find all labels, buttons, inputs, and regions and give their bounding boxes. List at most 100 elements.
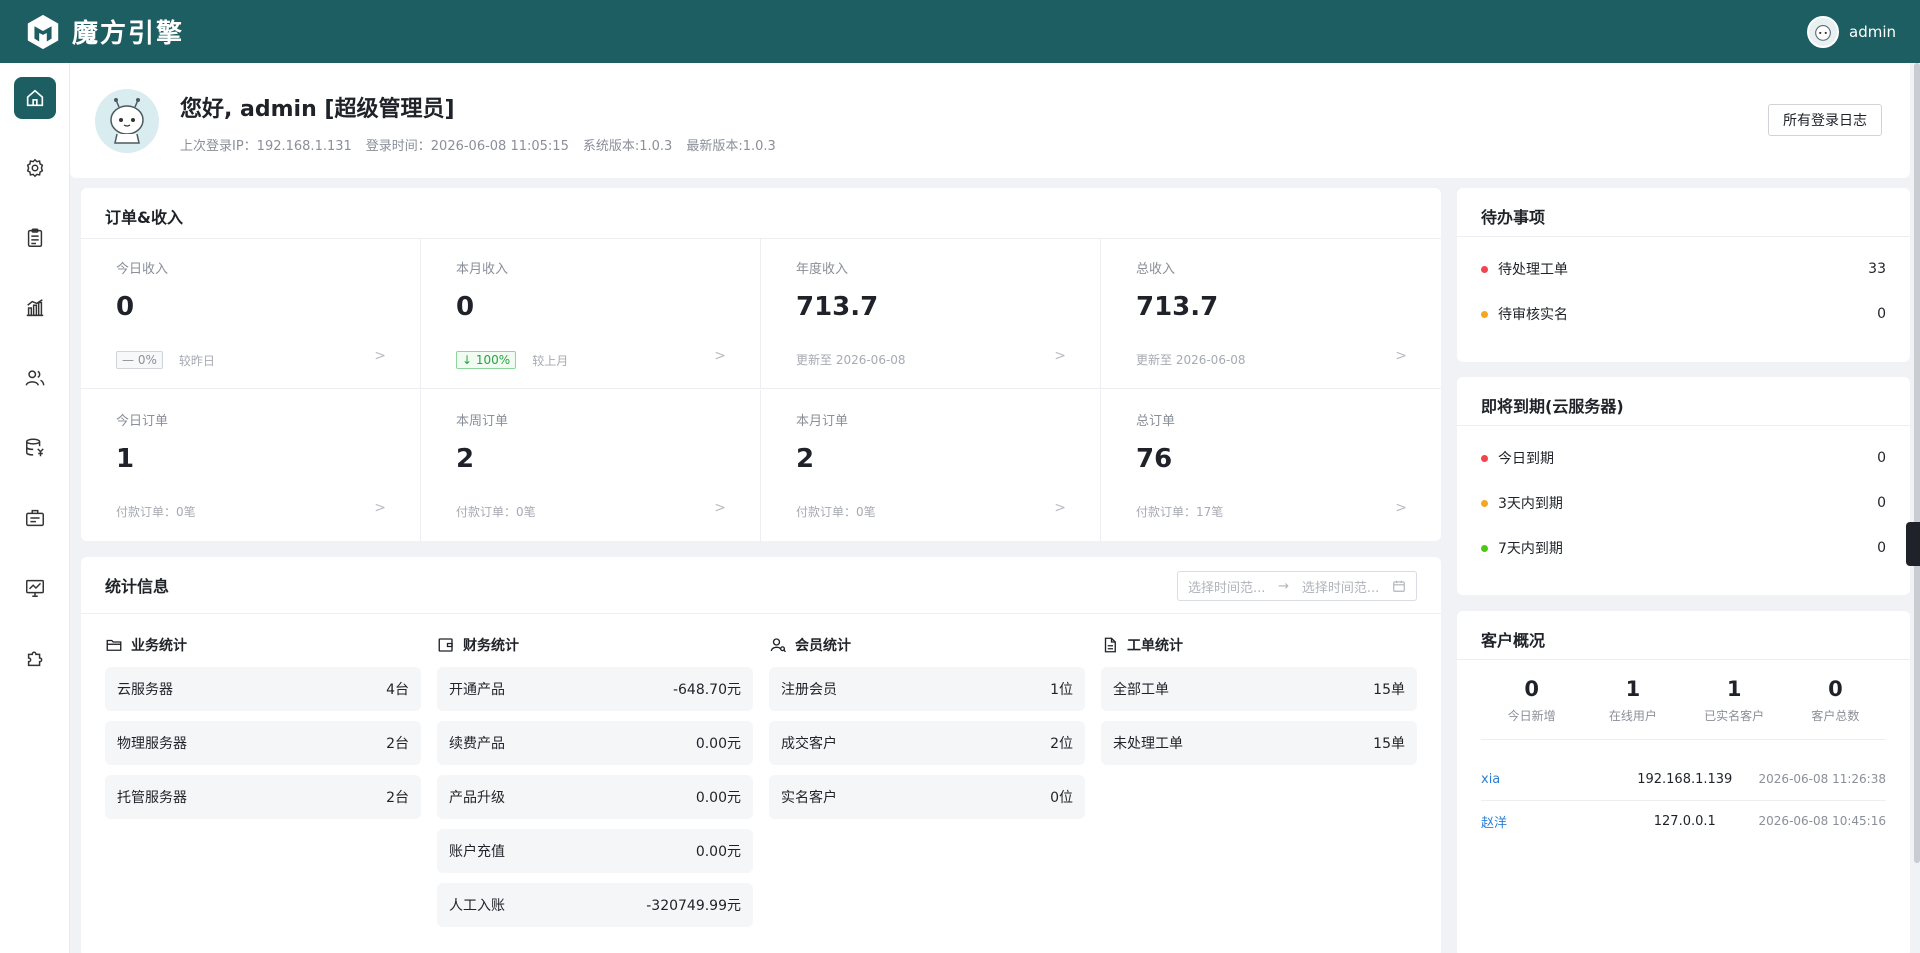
divider bbox=[1481, 739, 1886, 740]
row-value: 0.00元 bbox=[695, 736, 741, 752]
stat-year-income[interactable]: 年度收入 713.7 更新至 2026-06-08 > bbox=[761, 238, 1101, 389]
all-login-logs-button[interactable]: 所有登录日志 bbox=[1768, 104, 1882, 136]
row-value: 4台 bbox=[386, 682, 409, 698]
statistics-card: 统计信息 选择时间范... → 选择时间范... 业务统计 云服务器 4台 物理服… bbox=[81, 557, 1441, 953]
stat-month-orders[interactable]: 本月订单 2 付款订单：0笔 > bbox=[761, 390, 1101, 541]
stat-label: 总收入 bbox=[1136, 262, 1176, 277]
row-value: 2台 bbox=[386, 790, 409, 806]
range-end-input[interactable]: 选择时间范... bbox=[1302, 577, 1379, 596]
row-label: 托管服务器 bbox=[117, 790, 187, 806]
login-meta: 上次登录IP：192.168.1.131 登录时间：2026-06-08 11:… bbox=[180, 135, 776, 154]
stat-label: 年度收入 bbox=[796, 262, 849, 277]
top-bar: 魔方引擎 admin bbox=[0, 0, 1920, 63]
customer-overview-card: 客户概况 0 今日新增 1 在线用户 1 已实名客户 0 客户总数 xia 192.16… bbox=[1457, 611, 1910, 953]
row-value: 2位 bbox=[1050, 736, 1073, 752]
bar-chart-icon bbox=[26, 299, 44, 317]
business-stats: 业务统计 云服务器 4台 物理服务器 2台 托管服务器 2台 bbox=[105, 635, 421, 829]
stat-week-orders[interactable]: 本周订单 2 付款订单：0笔 > bbox=[421, 390, 761, 541]
user-name: admin bbox=[1849, 22, 1896, 41]
stat-row: 未处理工单 15单 bbox=[1101, 721, 1417, 765]
divider bbox=[1457, 236, 1910, 237]
item-value: 0 bbox=[1877, 306, 1886, 322]
stat-label: 今日订单 bbox=[116, 414, 169, 429]
scrollbar-thumb[interactable] bbox=[1914, 63, 1920, 863]
sidebar-item-orders[interactable] bbox=[14, 217, 56, 259]
status-dot bbox=[1481, 310, 1488, 318]
status-dot bbox=[1481, 499, 1488, 507]
row-value: -648.70元 bbox=[672, 682, 741, 698]
sidebar-item-products[interactable] bbox=[14, 497, 56, 539]
sidebar-item-monitor[interactable] bbox=[14, 567, 56, 609]
change-badge: — 0% bbox=[116, 351, 163, 369]
stat-total-orders[interactable]: 总订单 76 付款订单：17笔 > bbox=[1101, 390, 1441, 541]
change-badge: ↓ 100% bbox=[456, 351, 517, 369]
sidebar-item-settings[interactable] bbox=[14, 147, 56, 189]
finance-stats: 财务统计 开通产品 -648.70元 续费产品 0.00元 产品升级 0.00元 账户… bbox=[437, 635, 753, 937]
kpi-total: 0 客户总数 bbox=[1785, 677, 1885, 724]
row-label: 未处理工单 bbox=[1113, 736, 1183, 752]
row-label: 物理服务器 bbox=[117, 736, 187, 752]
stat-month-income[interactable]: 本月收入 0 ↓ 100% 较上月 > bbox=[421, 238, 761, 389]
kpi-value: 0 bbox=[1524, 677, 1539, 701]
item-label: 待处理工单 bbox=[1498, 262, 1568, 278]
item-label: 7天内到期 bbox=[1498, 541, 1563, 557]
card-title: 即将到期(云服务器) bbox=[1481, 397, 1624, 416]
stat-row: 产品升级 0.00元 bbox=[437, 775, 753, 819]
sidebar-item-reports[interactable] bbox=[14, 287, 56, 329]
sidebar-item-home[interactable] bbox=[14, 77, 56, 119]
item-value: 0 bbox=[1877, 495, 1886, 511]
divider bbox=[1457, 425, 1910, 426]
customer-kpis: 0 今日新增 1 在线用户 1 已实名客户 0 客户总数 bbox=[1481, 677, 1886, 724]
stat-value: 713.7 bbox=[796, 292, 879, 322]
stat-today-income[interactable]: 今日收入 0 — 0% 较昨日 > bbox=[81, 238, 421, 389]
stat-note: 付款订单：0笔 bbox=[456, 505, 536, 519]
date-range-picker[interactable]: 选择时间范... → 选择时间范... bbox=[1177, 571, 1417, 601]
robot-avatar-icon bbox=[1815, 24, 1831, 41]
stat-total-income[interactable]: 总收入 713.7 更新至 2026-06-08 > bbox=[1101, 238, 1441, 389]
expire-item[interactable]: 7天内到期 0 bbox=[1481, 537, 1886, 559]
section-header: 工单统计 bbox=[1101, 635, 1417, 655]
divider bbox=[81, 613, 1441, 614]
users-icon bbox=[25, 370, 45, 386]
expire-item[interactable]: 3天内到期 0 bbox=[1481, 492, 1886, 514]
item-value: 0 bbox=[1877, 450, 1886, 466]
side-drawer-handle[interactable] bbox=[1906, 522, 1920, 566]
clipboard-icon bbox=[27, 228, 43, 247]
card-title: 客户概况 bbox=[1481, 631, 1546, 650]
section-title: 会员统计 bbox=[795, 638, 851, 654]
user-menu[interactable]: admin bbox=[1807, 15, 1896, 48]
brand[interactable]: 魔方引擎 bbox=[24, 13, 184, 51]
sidebar-item-customers[interactable] bbox=[14, 357, 56, 399]
section-header: 业务统计 bbox=[105, 635, 421, 655]
sidebar-item-plugins[interactable] bbox=[14, 637, 56, 679]
todo-item[interactable]: 待审核实名 0 bbox=[1481, 303, 1886, 325]
user-link[interactable]: 赵洋 bbox=[1481, 812, 1611, 831]
expire-item[interactable]: 今日到期 0 bbox=[1481, 447, 1886, 469]
logo-icon bbox=[27, 14, 59, 49]
row-value: 2台 bbox=[386, 736, 409, 752]
row-label: 产品升级 bbox=[449, 790, 505, 806]
row-value: 0位 bbox=[1050, 790, 1073, 806]
stat-value: 2 bbox=[796, 444, 815, 474]
sidebar-item-finance[interactable] bbox=[14, 427, 56, 469]
chevron-right-icon: > bbox=[1395, 500, 1407, 516]
orders-income-card: 订单&收入 今日收入 0 — 0% 较昨日 > 本月收入 0 ↓ 100% 较上月 … bbox=[81, 188, 1441, 541]
login-time: 2026-06-08 10:45:16 bbox=[1758, 814, 1886, 828]
item-label: 今日到期 bbox=[1498, 451, 1554, 467]
stat-today-orders[interactable]: 今日订单 1 付款订单：0笔 > bbox=[81, 390, 421, 541]
stat-note: 更新至 2026-06-08 bbox=[1136, 353, 1246, 367]
chevron-right-icon: > bbox=[374, 500, 386, 516]
stat-note: 付款订单：17笔 bbox=[1136, 505, 1224, 519]
card-title: 待办事项 bbox=[1481, 208, 1546, 227]
member-stats: 会员统计 注册会员 1位 成交客户 2位 实名客户 0位 bbox=[769, 635, 1085, 829]
user-link[interactable]: xia bbox=[1481, 772, 1611, 787]
todo-card: 待办事项 待处理工单 33 待审核实名 0 bbox=[1457, 188, 1910, 362]
card-title: 订单&收入 bbox=[105, 208, 183, 227]
login-time: 登录时间：2026-06-08 11:05:15 bbox=[365, 139, 569, 154]
range-start-input[interactable]: 选择时间范... bbox=[1188, 577, 1265, 596]
todo-item[interactable]: 待处理工单 33 bbox=[1481, 258, 1886, 280]
section-title: 业务统计 bbox=[131, 638, 187, 654]
stat-value: 0 bbox=[116, 292, 135, 322]
avatar bbox=[1807, 15, 1839, 48]
main-content: 您好, admin [超级管理员] 上次登录IP：192.168.1.131 登… bbox=[70, 63, 1914, 953]
